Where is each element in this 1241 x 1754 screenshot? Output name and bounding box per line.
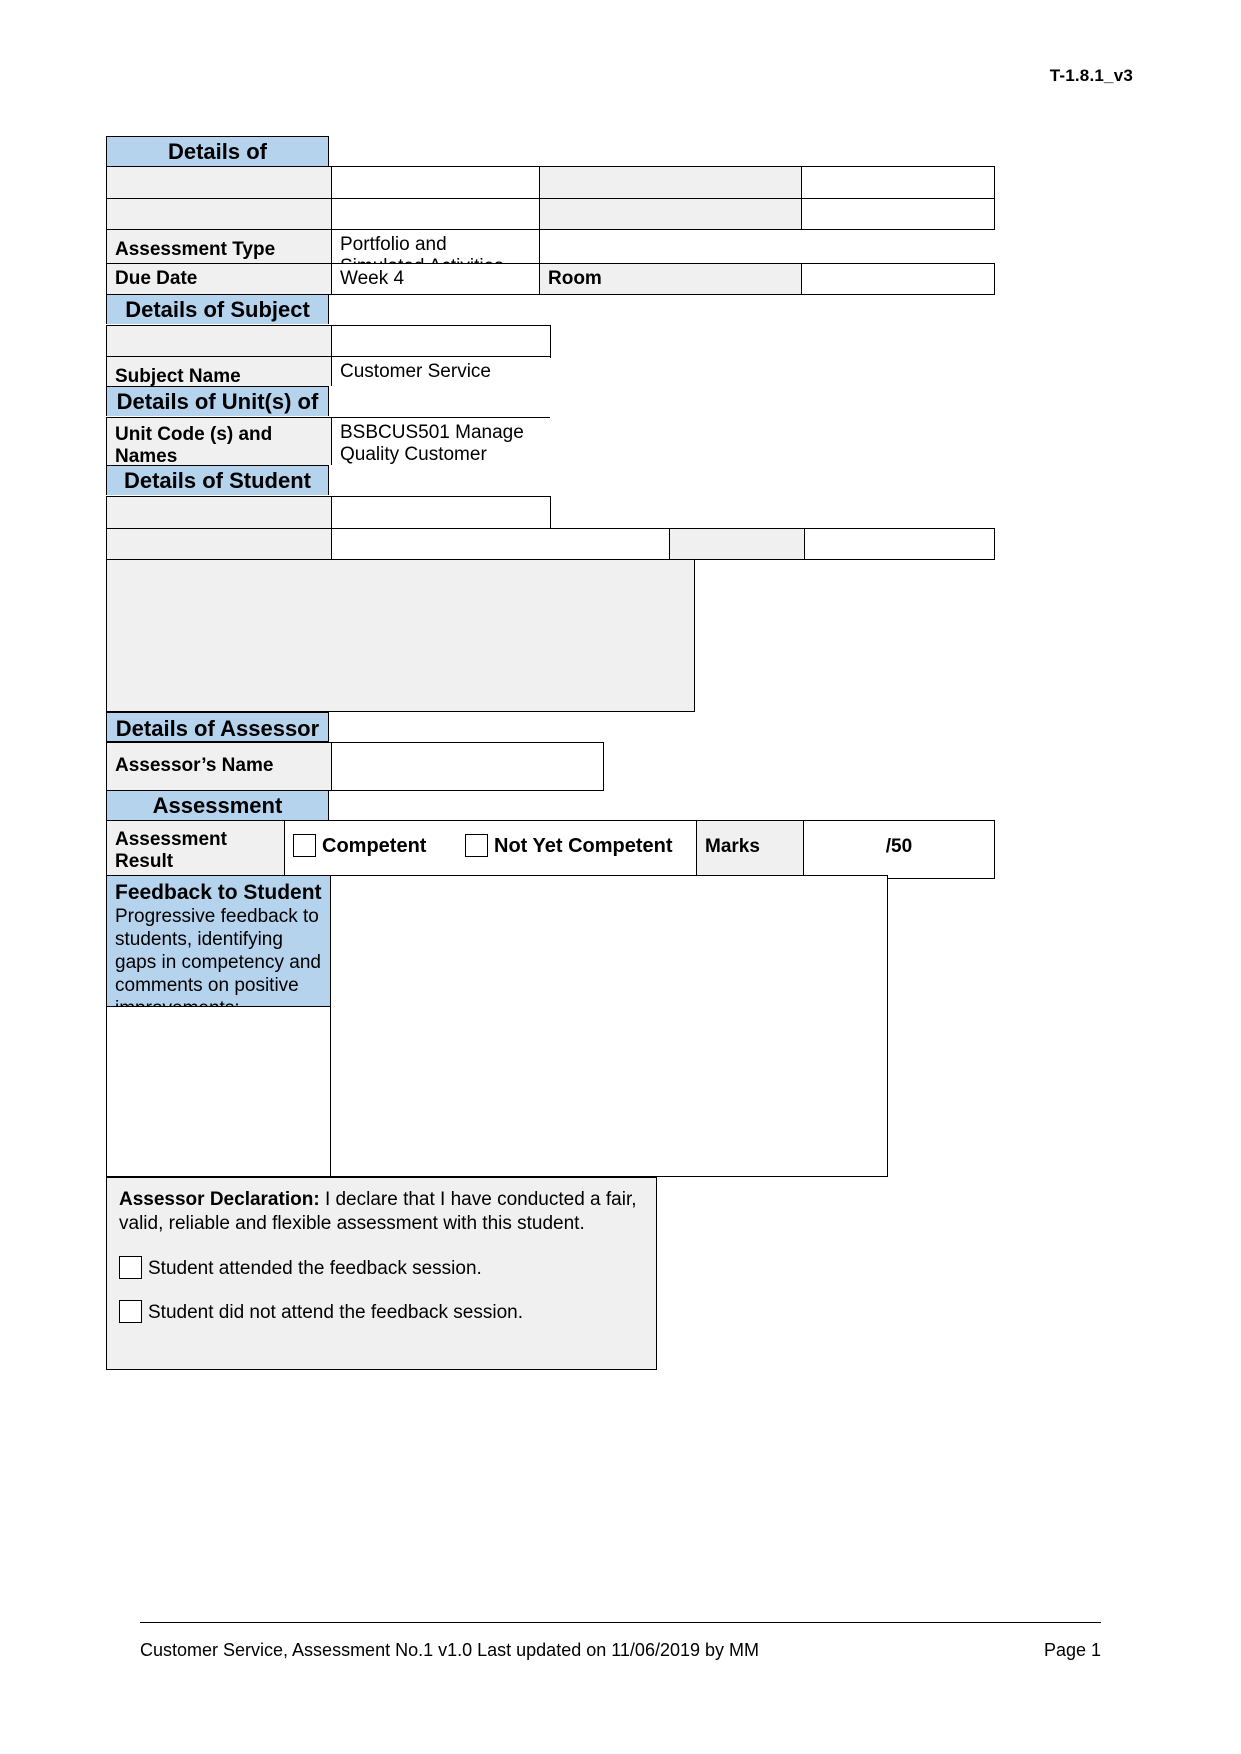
assessor-declaration-title: Assessor Declaration: <box>119 1189 320 1210</box>
banner-details-of-student-label: Details of Student <box>106 465 329 495</box>
table-row <box>106 496 551 529</box>
table-row <box>106 325 551 358</box>
subject-name-value[interactable]: Customer Service <box>331 356 550 386</box>
student-row2-value[interactable] <box>331 528 670 560</box>
subject-name-row: Subject Name Customer Service <box>106 356 550 386</box>
table-row: Due Date Week 4 Room <box>106 262 995 296</box>
footer-page-number: Page 1 <box>1043 1640 1101 1660</box>
subject-name-label: Subject Name <box>106 356 332 386</box>
assessment-type-row: Assessment Type Portfolio and Simulated … <box>106 229 994 264</box>
marks-label: Marks <box>696 820 804 879</box>
table-row: Assessor’s Name <box>106 742 604 791</box>
subject-blank-value[interactable] <box>331 325 551 358</box>
room-value[interactable] <box>801 262 995 296</box>
competent-checkbox[interactable] <box>293 834 316 857</box>
assessment-result-options: Competent Not Yet Competent <box>284 820 697 879</box>
document-page: T-1.8.1_v3 Details of Assessment Type Po… <box>0 0 1241 1754</box>
feedback-header: Feedback to Student Progressive feedback… <box>106 875 331 1019</box>
banner-details-of-subject-label: Details of Subject <box>106 294 329 324</box>
attended-label: Student attended the feedback session. <box>148 1257 482 1279</box>
assessor-declaration-statement: Assessor Declaration: I declare that I h… <box>119 1188 644 1236</box>
not-yet-competent-checkbox[interactable] <box>465 834 489 857</box>
assessment-row2-value[interactable] <box>331 198 540 230</box>
due-date-room-row: Due Date Week 4 Room <box>106 262 995 296</box>
footer-divider <box>140 1622 1101 1623</box>
student-row1-label[interactable] <box>106 496 332 529</box>
assessment-result-row: Assessment Result Competent Not Yet Comp… <box>106 820 995 879</box>
assessment-row1-label2[interactable] <box>539 166 802 199</box>
assessment-row1-value[interactable] <box>331 166 540 199</box>
assessment-type-value[interactable]: Portfolio and Simulated Activities (Indi… <box>331 229 540 264</box>
table-row: Assessment Result Competent Not Yet Comp… <box>106 820 995 879</box>
assessor-name-value[interactable] <box>331 742 604 791</box>
assessment-row1-value2[interactable] <box>801 166 995 199</box>
banner-details-of-unit-label: Details of Unit(s) of competency <box>106 386 329 416</box>
student-table-row1 <box>106 496 551 529</box>
unit-code-value[interactable]: BSBCUS501 Manage Quality Customer Servic… <box>331 417 550 465</box>
assessment-row2-value2[interactable] <box>801 198 995 230</box>
banner-details-of-assessor: Details of Assessor <box>106 712 329 742</box>
assessment-row2-label2[interactable] <box>539 198 802 230</box>
unit-code-label: Unit Code (s) and Names <box>106 417 332 465</box>
assessment-type-label: Assessment Type <box>106 229 332 264</box>
attended-checkbox[interactable] <box>119 1255 142 1279</box>
page-footer: Customer Service, Assessment No.1 v1.0 L… <box>140 1640 1101 1661</box>
due-date-label: Due Date <box>106 262 332 296</box>
footer-left-text: Customer Service, Assessment No.1 v1.0 L… <box>140 1640 759 1660</box>
document-code: T-1.8.1_v3 <box>1049 66 1133 85</box>
assessment-row2-label[interactable] <box>106 198 332 230</box>
banner-details-of-unit: Details of Unit(s) of competency <box>106 386 329 416</box>
assessment-result-label: Assessment Result <box>106 820 285 879</box>
student-row2-value2[interactable] <box>804 528 995 560</box>
student-row2-label2[interactable] <box>669 528 805 560</box>
assessment-info-table <box>106 166 995 230</box>
subject-table <box>106 325 551 358</box>
room-label: Room <box>539 262 802 296</box>
assessor-name-row: Assessor’s Name <box>106 742 604 791</box>
marks-value[interactable]: /50 <box>803 820 995 879</box>
feedback-description: Progressive feedback to students, identi… <box>115 906 321 1019</box>
banner-details-of-assessment-label: Details of Assessment <box>106 136 329 166</box>
table-row <box>106 166 995 199</box>
feedback-title: Feedback to Student <box>115 881 322 904</box>
attended-row: Student attended the feedback session. <box>119 1255 644 1281</box>
table-row <box>106 198 995 230</box>
assessment-row1-label[interactable] <box>106 166 332 199</box>
subject-blank-label[interactable] <box>106 325 332 358</box>
banner-details-of-subject: Details of Subject <box>106 294 329 324</box>
banner-assessment-outcome-label: Assessment Outcome <box>106 790 329 820</box>
due-date-value[interactable]: Week 4 <box>331 262 540 296</box>
student-declaration-box[interactable] <box>106 559 695 712</box>
banner-details-of-assessment: Details of Assessment <box>106 136 329 166</box>
student-table-row2 <box>106 528 995 560</box>
not-yet-competent-label: Not Yet Competent <box>494 835 673 857</box>
feedback-body[interactable] <box>331 875 888 1177</box>
not-attended-row: Student did not attend the feedback sess… <box>119 1300 644 1325</box>
banner-details-of-student: Details of Student <box>106 465 329 495</box>
banner-assessment-outcome: Assessment Outcome <box>106 790 329 820</box>
student-row2-label[interactable] <box>106 528 332 560</box>
student-row1-value[interactable] <box>331 496 551 529</box>
unit-code-row: Unit Code (s) and Names BSBCUS501 Manage… <box>106 417 550 465</box>
competent-label: Competent <box>322 835 427 857</box>
assessment-type-spacer <box>539 229 994 264</box>
assessor-declaration-box: Assessor Declaration: I declare that I h… <box>106 1177 657 1370</box>
not-attended-label: Student did not attend the feedback sess… <box>148 1302 523 1324</box>
banner-details-of-assessor-label: Details of Assessor <box>106 712 329 742</box>
table-row <box>106 528 995 560</box>
feedback-left-spacer <box>106 1007 331 1177</box>
assessor-name-label: Assessor’s Name <box>106 742 332 791</box>
not-attended-checkbox[interactable] <box>119 1300 142 1324</box>
